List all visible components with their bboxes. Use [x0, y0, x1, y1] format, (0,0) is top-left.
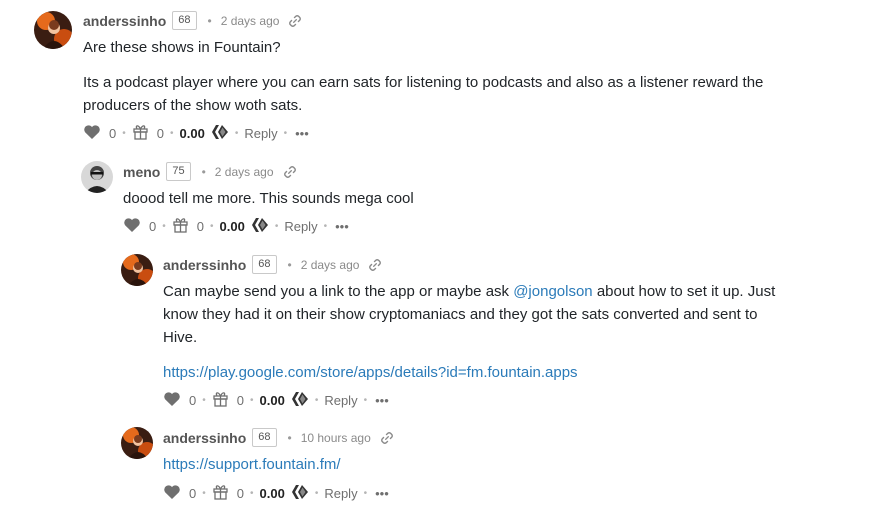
- comment-meta: anderssinho 68 • 2 days ago: [83, 11, 302, 30]
- vote-count[interactable]: 0: [149, 219, 156, 234]
- gift-count[interactable]: 0: [157, 126, 164, 141]
- vote-count[interactable]: 0: [189, 393, 196, 408]
- more-options-button[interactable]: •••: [375, 486, 389, 501]
- more-options-button[interactable]: •••: [335, 219, 349, 234]
- gift-count[interactable]: 0: [237, 486, 244, 501]
- comment-paragraph: Can maybe send you a link to the app or …: [163, 280, 783, 349]
- hive-icon[interactable]: [211, 124, 229, 143]
- separator-dot: •: [249, 394, 254, 406]
- separator-dot: •: [162, 220, 166, 232]
- heart-icon[interactable]: [163, 391, 181, 410]
- separator-dot: •: [314, 487, 319, 499]
- gift-icon[interactable]: [212, 390, 229, 410]
- heart-icon[interactable]: [163, 484, 181, 503]
- comment-paragraph: doood tell me more. This sounds mega coo…: [123, 190, 414, 207]
- comment-actions: 0 • 0 • 0.00 • Reply • •••: [83, 124, 309, 142]
- separator-dot: •: [209, 220, 214, 232]
- comment-thread: anderssinho 68 • 2 days ago Are these sh…: [0, 0, 888, 523]
- avatar[interactable]: [121, 427, 153, 459]
- separator-dot: •: [363, 487, 368, 499]
- gift-icon[interactable]: [132, 123, 149, 143]
- separator-dot: •: [202, 487, 206, 499]
- comment-paragraph: Its a podcast player where you can earn …: [83, 74, 764, 114]
- comment-paragraph: https://support.fountain.fm/: [163, 453, 783, 476]
- separator-dot: •: [169, 127, 174, 139]
- author-name[interactable]: anderssinho: [163, 429, 246, 447]
- separator-dot: •: [274, 220, 279, 232]
- comment-text: Can maybe send you a link to the app or …: [163, 283, 514, 300]
- timestamp[interactable]: 2 days ago: [301, 256, 360, 274]
- reputation-badge: 68: [252, 428, 277, 447]
- comment: anderssinho 68 • 2 days ago Are these sh…: [0, 0, 888, 150]
- comment: meno 75 • 2 days ago doood tell me more.…: [0, 150, 888, 245]
- reply-button[interactable]: Reply: [324, 486, 357, 501]
- avatar[interactable]: [81, 161, 113, 193]
- separator-dot: •: [202, 394, 206, 406]
- reputation-badge: 68: [172, 11, 197, 30]
- comment-paragraph: https://play.google.com/store/apps/detai…: [163, 361, 783, 384]
- separator-dot: •: [201, 164, 206, 179]
- separator-dot: •: [207, 13, 212, 28]
- comment-actions: 0 • 0 • 0.00 • Reply • •••: [163, 484, 389, 502]
- comment: anderssinho 68 • 2 days ago Can maybe se…: [0, 245, 888, 425]
- gift-icon[interactable]: [212, 483, 229, 503]
- reputation-badge: 68: [252, 255, 277, 274]
- timestamp[interactable]: 10 hours ago: [301, 429, 371, 447]
- hive-icon[interactable]: [291, 484, 309, 503]
- separator-dot: •: [283, 127, 288, 139]
- permalink-icon[interactable]: [283, 165, 297, 179]
- payout-value[interactable]: 0.00: [220, 219, 245, 234]
- separator-dot: •: [234, 127, 239, 139]
- avatar[interactable]: [34, 11, 72, 49]
- comment-meta: meno 75 • 2 days ago: [123, 162, 297, 181]
- author-name[interactable]: anderssinho: [163, 256, 246, 274]
- payout-value[interactable]: 0.00: [260, 486, 285, 501]
- heart-icon[interactable]: [123, 217, 141, 236]
- reply-button[interactable]: Reply: [284, 219, 317, 234]
- comment-actions: 0 • 0 • 0.00 • Reply • •••: [123, 217, 349, 235]
- separator-dot: •: [287, 257, 292, 272]
- separator-dot: •: [363, 394, 368, 406]
- comment-body: https://support.fountain.fm/: [163, 453, 783, 476]
- permalink-icon[interactable]: [368, 258, 382, 272]
- comment-meta: anderssinho 68 • 10 hours ago: [163, 428, 394, 447]
- avatar[interactable]: [121, 254, 153, 286]
- payout-value[interactable]: 0.00: [180, 126, 205, 141]
- comment: anderssinho 68 • 10 hours ago https://su…: [0, 418, 888, 523]
- reputation-badge: 75: [166, 162, 191, 181]
- more-options-button[interactable]: •••: [375, 393, 389, 408]
- reply-button[interactable]: Reply: [244, 126, 277, 141]
- author-name[interactable]: anderssinho: [83, 12, 166, 30]
- vote-count[interactable]: 0: [189, 486, 196, 501]
- separator-dot: •: [314, 394, 319, 406]
- timestamp[interactable]: 2 days ago: [221, 12, 280, 30]
- external-link[interactable]: https://support.fountain.fm/: [163, 456, 341, 473]
- comment-actions: 0 • 0 • 0.00 • Reply • •••: [163, 391, 389, 409]
- separator-dot: •: [323, 220, 328, 232]
- gift-icon[interactable]: [172, 216, 189, 236]
- vote-count[interactable]: 0: [109, 126, 116, 141]
- payout-value[interactable]: 0.00: [260, 393, 285, 408]
- author-name[interactable]: meno: [123, 163, 160, 181]
- permalink-icon[interactable]: [288, 14, 302, 28]
- separator-dot: •: [122, 127, 126, 139]
- separator-dot: •: [287, 430, 292, 445]
- user-mention-link[interactable]: @jongolson: [513, 283, 592, 300]
- comment-body: Are these shows in Fountain? Its a podca…: [83, 36, 783, 117]
- hive-icon[interactable]: [291, 391, 309, 410]
- timestamp[interactable]: 2 days ago: [215, 163, 274, 181]
- more-options-button[interactable]: •••: [295, 126, 309, 141]
- comment-body: Can maybe send you a link to the app or …: [163, 280, 783, 384]
- permalink-icon[interactable]: [380, 431, 394, 445]
- comment-body: doood tell me more. This sounds mega coo…: [123, 187, 783, 210]
- gift-count[interactable]: 0: [197, 219, 204, 234]
- reply-button[interactable]: Reply: [324, 393, 357, 408]
- separator-dot: •: [249, 487, 254, 499]
- gift-count[interactable]: 0: [237, 393, 244, 408]
- heart-icon[interactable]: [83, 124, 101, 143]
- hive-icon[interactable]: [251, 217, 269, 236]
- comment-paragraph: Are these shows in Fountain?: [83, 39, 281, 56]
- external-link[interactable]: https://play.google.com/store/apps/detai…: [163, 364, 578, 381]
- comment-meta: anderssinho 68 • 2 days ago: [163, 255, 382, 274]
